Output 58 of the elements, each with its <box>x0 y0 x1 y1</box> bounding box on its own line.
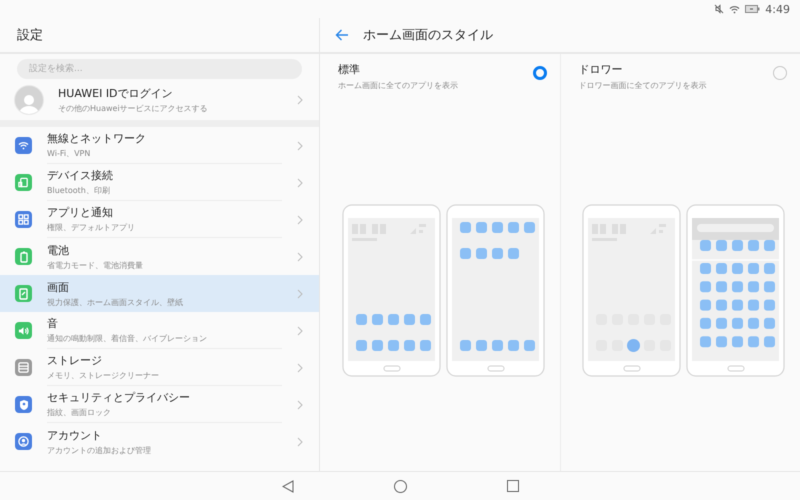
item-subtitle: メモリ、ストレージクリーナー <box>47 370 160 381</box>
battery-icon <box>745 5 760 13</box>
radio-button[interactable] <box>773 66 787 80</box>
settings-item[interactable]: 無線とネットワーク Wi-Fi、VPN <box>0 127 319 164</box>
item-title: アカウント <box>47 428 103 442</box>
search-field[interactable]: 設定を検索... <box>17 59 302 79</box>
item-title: ストレージ <box>47 353 103 368</box>
chevron-right-icon <box>297 326 303 336</box>
chevron-right-icon <box>297 400 303 410</box>
item-subtitle: アカウントの追加および管理 <box>47 444 152 456</box>
item-title: セキュリティとプライバシー <box>47 390 191 405</box>
item-title: アプリと通知 <box>47 205 114 220</box>
option-title: ドロワー <box>578 62 624 77</box>
item-subtitle: Bluetooth、印刷 <box>47 185 111 196</box>
home-icon[interactable] <box>394 480 406 492</box>
chevron-right-icon <box>297 178 303 188</box>
chevron-right-icon <box>297 94 303 104</box>
item-subtitle: 通知の鳴動制限、着信音、バイブレーション <box>47 333 208 344</box>
item-subtitle: Wi-Fi、VPN <box>47 148 92 159</box>
item-title: 画面 <box>47 280 70 294</box>
chevron-right-icon <box>297 214 303 224</box>
item-subtitle: 指紋、画面ロック <box>47 407 112 418</box>
item-title: 無線とネットワーク <box>47 131 147 146</box>
settings-item[interactable]: 電池 省電力モード、電池消費量 <box>0 238 319 275</box>
recents-icon[interactable] <box>506 480 518 492</box>
item-title: 音 <box>47 316 59 331</box>
chevron-right-icon <box>297 288 303 298</box>
back-arrow-icon[interactable] <box>335 29 349 41</box>
sidebar-title: 設定 <box>17 27 43 44</box>
page-title: ホーム画面のスタイル <box>363 27 493 44</box>
mute-icon <box>714 4 724 14</box>
settings-item[interactable]: 音 通知の鳴動制限、着信音、バイブレーション <box>0 312 319 349</box>
settings-item[interactable]: アカウント アカウントの追加および管理 <box>0 423 319 460</box>
item-subtitle: 視力保護、ホーム画面スタイル、壁紙 <box>47 296 184 308</box>
chevron-right-icon <box>297 140 303 150</box>
settings-item[interactable]: デバイス接続 Bluetooth、印刷 <box>0 164 319 201</box>
avatar-icon <box>14 84 44 114</box>
settings-item[interactable]: ストレージ メモリ、ストレージクリーナー <box>0 349 319 386</box>
wifi-icon <box>729 4 740 14</box>
chevron-right-icon <box>297 362 303 372</box>
settings-item[interactable]: セキュリティとプライバシー 指紋、画面ロック <box>0 386 319 423</box>
account-row[interactable]: HUAWEI IDでログイン その他のHuaweiサービスにアクセスする <box>0 79 319 127</box>
item-subtitle: 権限、デフォルトアプリ <box>47 222 136 233</box>
back-icon[interactable] <box>282 480 294 492</box>
chevron-right-icon <box>297 252 303 262</box>
account-title: HUAWEI IDでログイン <box>58 86 174 100</box>
item-title: デバイス接続 <box>47 168 114 183</box>
radio-button[interactable] <box>532 66 546 80</box>
item-title: 電池 <box>47 242 70 258</box>
option-subtitle: ホーム画面に全てのアプリを表示 <box>338 80 458 91</box>
account-subtitle: その他のHuaweiサービスにアクセスする <box>58 102 209 114</box>
settings-item[interactable]: 画面 視力保護、ホーム画面スタイル、壁紙 <box>0 275 319 312</box>
option-subtitle: ドロワー画面に全てのアプリを表示 <box>578 80 706 91</box>
chevron-right-icon <box>297 436 303 446</box>
item-subtitle: 省電力モード、電池消費量 <box>47 260 144 270</box>
status-time: 4:49 <box>765 2 790 16</box>
option-title: 標準 <box>338 62 361 77</box>
settings-item[interactable]: アプリと通知 権限、デフォルトアプリ <box>0 201 319 238</box>
